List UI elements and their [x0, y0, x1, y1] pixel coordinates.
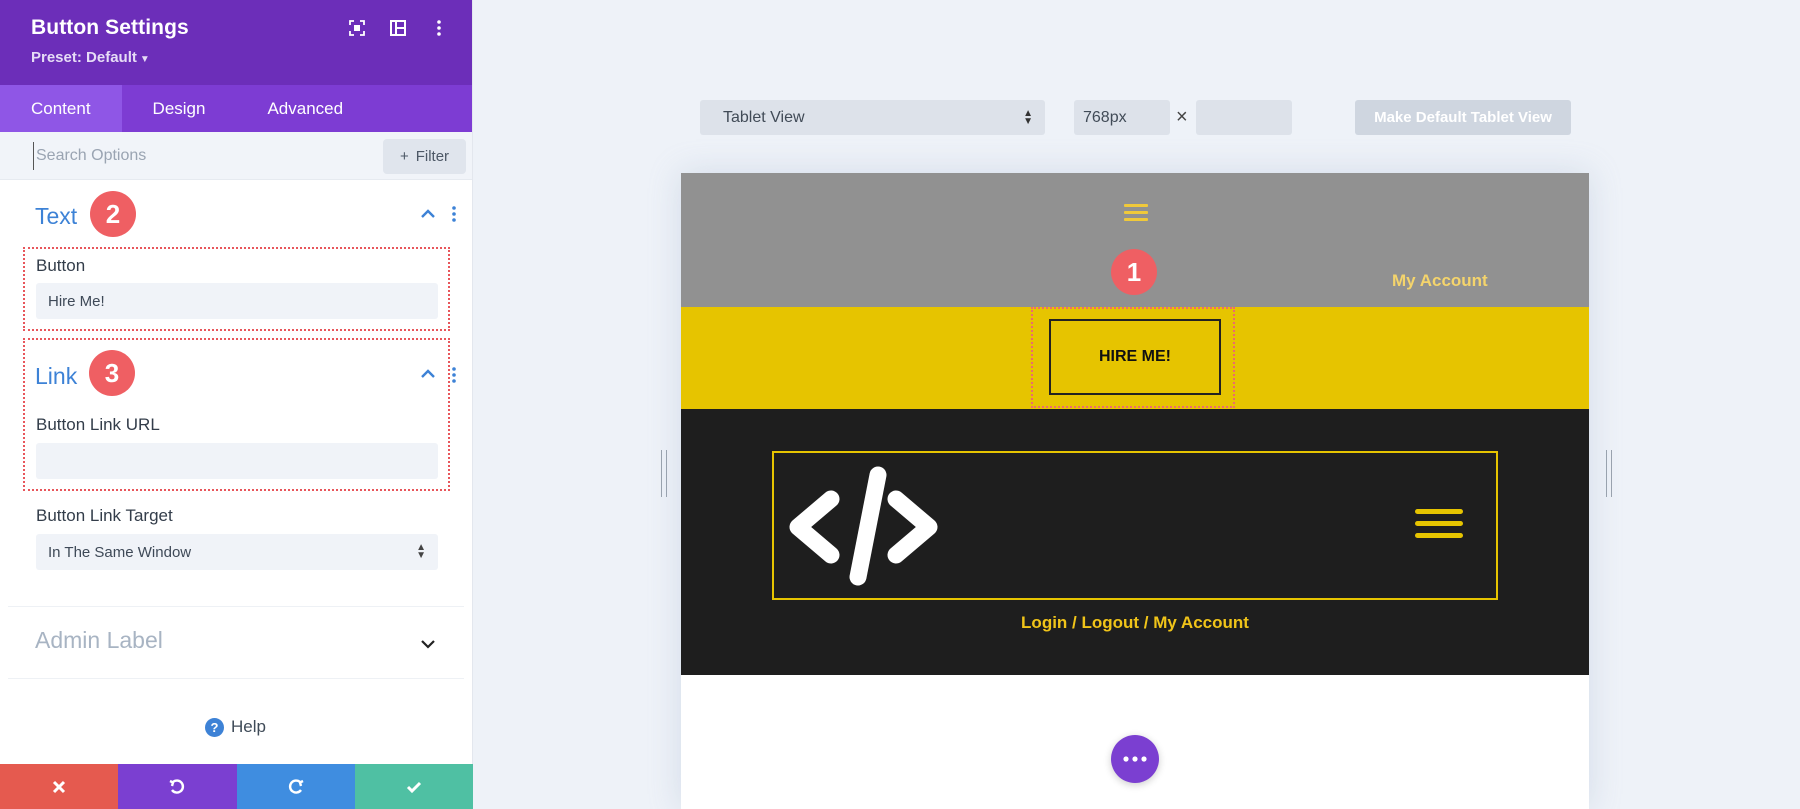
mobile-menu-icon[interactable]	[1415, 509, 1463, 545]
caret-down-icon: ▼	[139, 54, 150, 65]
view-mode-select[interactable]: Tablet View ▲ ▼	[700, 100, 1045, 135]
code-logo-icon[interactable]	[786, 465, 942, 594]
step-badge-3: 3	[89, 350, 135, 396]
split-view-icon[interactable]	[387, 17, 409, 39]
my-account-link[interactable]: My Account	[1392, 271, 1488, 291]
more-options-button[interactable]	[1111, 735, 1159, 783]
search-input[interactable]	[33, 142, 353, 170]
ellipsis-icon	[1123, 756, 1147, 762]
redo-icon	[288, 778, 304, 794]
tab-design[interactable]: Design	[122, 85, 237, 132]
link-url-input[interactable]	[36, 443, 438, 479]
tab-content[interactable]: Content	[0, 85, 122, 132]
filter-label: Filter	[415, 148, 450, 165]
divider	[8, 606, 464, 607]
resize-handle-left[interactable]	[661, 450, 667, 497]
section-options-icon[interactable]	[452, 367, 456, 386]
button-text-label: Button	[36, 256, 86, 275]
discard-button[interactable]	[0, 764, 119, 809]
preset-dropdown[interactable]: Preset: Default ▼	[31, 49, 441, 66]
section-options-icon[interactable]	[452, 206, 456, 225]
filter-button[interactable]: + Filter	[383, 139, 466, 174]
undo-icon	[169, 778, 185, 794]
help-link[interactable]: ? Help	[205, 717, 266, 737]
select-arrows-icon: ▲ ▼	[416, 542, 426, 561]
link-section-toggle[interactable]: Link	[35, 363, 77, 390]
account-nav-links[interactable]: Login / Logout / My Account	[681, 613, 1589, 633]
check-icon	[406, 781, 421, 793]
search-row: + Filter	[0, 132, 472, 180]
chevron-down-icon[interactable]	[421, 636, 435, 654]
admin-label-section-toggle[interactable]: Admin Label	[35, 627, 163, 654]
make-default-view-button[interactable]: Make Default Tablet View	[1355, 100, 1571, 135]
chevron-up-icon[interactable]	[421, 206, 435, 224]
link-target-select[interactable]: In The Same Window ▲ ▼	[36, 534, 438, 570]
chevron-up-icon[interactable]	[421, 366, 435, 384]
menu-hamburger-icon[interactable]	[1124, 204, 1148, 225]
hire-me-button[interactable]: HIRE ME!	[1049, 319, 1221, 395]
redo-button[interactable]	[236, 764, 355, 809]
divider	[8, 678, 464, 679]
step-badge-1: 1	[1111, 249, 1157, 295]
resize-handle-right[interactable]	[1606, 450, 1612, 497]
height-input[interactable]	[1196, 100, 1292, 135]
header-icons	[346, 17, 450, 39]
tab-advanced[interactable]: Advanced	[236, 85, 374, 132]
times-icon: ×	[1176, 106, 1188, 128]
fullscreen-icon[interactable]	[346, 17, 368, 39]
link-url-label: Button Link URL	[36, 415, 160, 434]
button-text-input[interactable]: Hire Me!	[36, 283, 438, 319]
save-button[interactable]	[354, 764, 473, 809]
settings-tabs: Content Design Advanced	[0, 85, 472, 132]
step-badge-2: 2	[90, 191, 136, 237]
undo-button[interactable]	[118, 764, 237, 809]
panel-header: Button Settings Preset: Default ▼	[0, 0, 472, 85]
view-mode-value: Tablet View	[723, 108, 805, 126]
text-section-toggle[interactable]: Text	[35, 203, 77, 230]
link-target-value: In The Same Window	[48, 543, 192, 561]
settings-panel: Button Settings Preset: Default ▼ Content…	[0, 0, 473, 809]
page-preview-canvas: 1 My Account HIRE ME! Login / Logout / M…	[681, 173, 1589, 809]
action-bar	[0, 764, 473, 809]
help-icon: ?	[205, 717, 224, 737]
select-arrows-icon: ▲ ▼	[1023, 107, 1033, 127]
more-vertical-icon[interactable]	[428, 17, 450, 39]
plus-icon: +	[399, 148, 409, 165]
preset-label: Preset: Default	[31, 49, 137, 66]
close-icon	[53, 780, 66, 793]
help-label: Help	[231, 717, 266, 736]
link-target-label: Button Link Target	[36, 506, 173, 525]
width-input[interactable]: 768px	[1074, 100, 1170, 135]
